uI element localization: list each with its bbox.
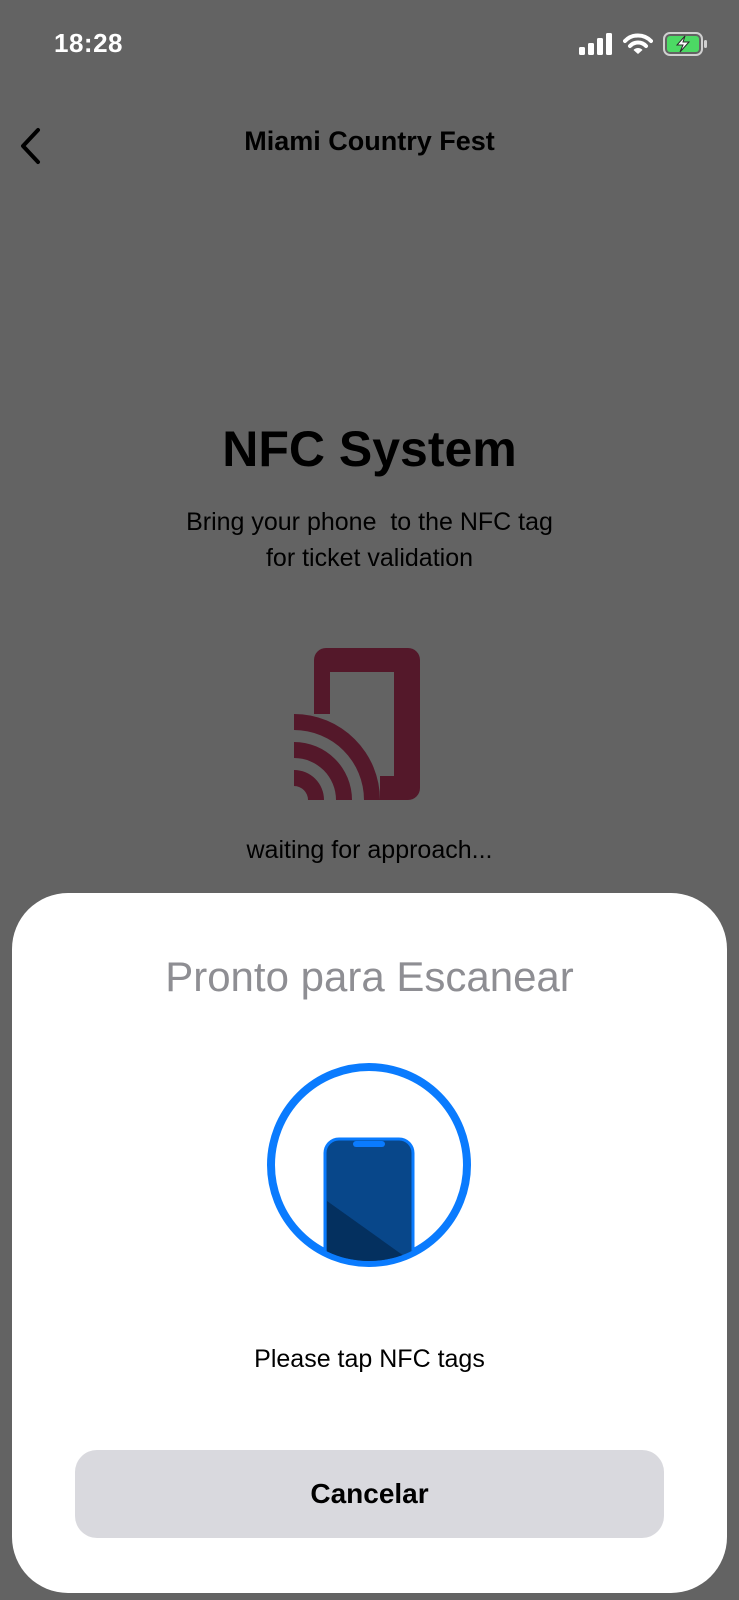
phone-scan-icon bbox=[267, 1063, 471, 1267]
nfc-scan-sheet: Pronto para Escanear Please tap NFC tags… bbox=[12, 893, 727, 1593]
navigation-bar: Miami Country Fest bbox=[0, 110, 739, 180]
page-heading: NFC System bbox=[222, 421, 517, 477]
phone-nfc-icon bbox=[294, 648, 420, 800]
battery-charging-icon bbox=[663, 32, 707, 56]
status-time: 18:28 bbox=[54, 28, 123, 58]
waiting-status: waiting for approach... bbox=[246, 836, 493, 864]
instruction-line-1: Bring your phone to the NFC tag bbox=[186, 508, 553, 536]
cellular-signal-icon bbox=[579, 33, 612, 55]
status-bar: 18:28 bbox=[0, 0, 739, 90]
wifi-icon bbox=[623, 33, 653, 54]
status-icons bbox=[579, 32, 709, 56]
cancel-button[interactable]: Cancelar bbox=[75, 1450, 664, 1538]
scan-hint: Please tap NFC tags bbox=[254, 1345, 485, 1373]
nav-title: Miami Country Fest bbox=[244, 126, 495, 156]
sheet-title: Pronto para Escanear bbox=[165, 953, 574, 1000]
instruction-text: Bring your phone to the NFC tag for tick… bbox=[0, 504, 739, 576]
instruction-line-2: for ticket validation bbox=[265, 544, 474, 572]
